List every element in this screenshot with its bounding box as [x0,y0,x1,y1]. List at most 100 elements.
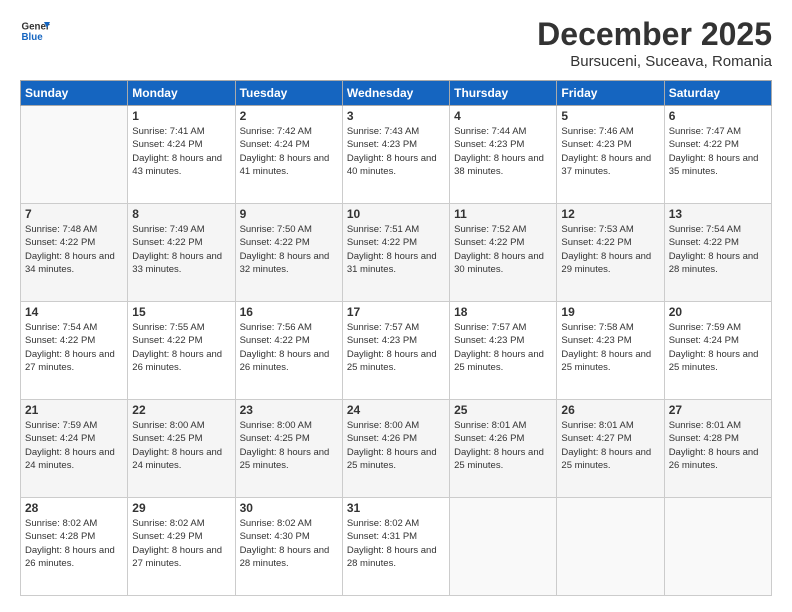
day-info: Sunrise: 7:54 AMSunset: 4:22 PMDaylight:… [669,223,767,276]
day-info: Sunrise: 8:00 AMSunset: 4:25 PMDaylight:… [132,419,230,472]
calendar-week-row: 1 Sunrise: 7:41 AMSunset: 4:24 PMDaylight… [21,106,772,204]
day-info: Sunrise: 7:57 AMSunset: 4:23 PMDaylight:… [454,321,552,374]
calendar-cell: 18 Sunrise: 7:57 AMSunset: 4:23 PMDayligh… [450,302,557,400]
day-number: 28 [25,501,123,515]
day-info: Sunrise: 7:44 AMSunset: 4:23 PMDaylight:… [454,125,552,178]
day-info: Sunrise: 7:51 AMSunset: 4:22 PMDaylight:… [347,223,445,276]
day-number: 18 [454,305,552,319]
day-number: 24 [347,403,445,417]
day-number: 30 [240,501,338,515]
month-title: December 2025 [537,16,772,53]
day-info: Sunrise: 7:58 AMSunset: 4:23 PMDaylight:… [561,321,659,374]
calendar-cell: 22 Sunrise: 8:00 AMSunset: 4:25 PMDayligh… [128,400,235,498]
calendar-cell: 5 Sunrise: 7:46 AMSunset: 4:23 PMDaylight… [557,106,664,204]
day-info: Sunrise: 7:41 AMSunset: 4:24 PMDaylight:… [132,125,230,178]
day-number: 27 [669,403,767,417]
day-number: 9 [240,207,338,221]
day-header-monday: Monday [128,81,235,106]
calendar-cell: 24 Sunrise: 8:00 AMSunset: 4:26 PMDayligh… [342,400,449,498]
calendar-cell [21,106,128,204]
logo-icon: General Blue [20,16,50,46]
day-info: Sunrise: 7:42 AMSunset: 4:24 PMDaylight:… [240,125,338,178]
location-title: Bursuceni, Suceava, Romania [537,53,772,70]
calendar-cell [450,498,557,596]
day-number: 16 [240,305,338,319]
calendar-cell: 16 Sunrise: 7:56 AMSunset: 4:22 PMDayligh… [235,302,342,400]
day-info: Sunrise: 7:53 AMSunset: 4:22 PMDaylight:… [561,223,659,276]
day-header-friday: Friday [557,81,664,106]
day-info: Sunrise: 7:57 AMSunset: 4:23 PMDaylight:… [347,321,445,374]
day-info: Sunrise: 7:48 AMSunset: 4:22 PMDaylight:… [25,223,123,276]
calendar-cell: 17 Sunrise: 7:57 AMSunset: 4:23 PMDayligh… [342,302,449,400]
day-number: 17 [347,305,445,319]
calendar-cell: 27 Sunrise: 8:01 AMSunset: 4:28 PMDayligh… [664,400,771,498]
day-info: Sunrise: 7:55 AMSunset: 4:22 PMDaylight:… [132,321,230,374]
day-number: 11 [454,207,552,221]
day-number: 25 [454,403,552,417]
day-number: 10 [347,207,445,221]
logo: General Blue [20,16,50,46]
day-number: 26 [561,403,659,417]
day-info: Sunrise: 8:01 AMSunset: 4:26 PMDaylight:… [454,419,552,472]
day-info: Sunrise: 8:00 AMSunset: 4:26 PMDaylight:… [347,419,445,472]
day-number: 1 [132,109,230,123]
calendar-week-row: 14 Sunrise: 7:54 AMSunset: 4:22 PMDayligh… [21,302,772,400]
day-info: Sunrise: 8:01 AMSunset: 4:28 PMDaylight:… [669,419,767,472]
day-info: Sunrise: 8:01 AMSunset: 4:27 PMDaylight:… [561,419,659,472]
calendar-cell: 15 Sunrise: 7:55 AMSunset: 4:22 PMDayligh… [128,302,235,400]
title-section: December 2025 Bursuceni, Suceava, Romani… [537,16,772,70]
day-number: 8 [132,207,230,221]
calendar-cell: 20 Sunrise: 7:59 AMSunset: 4:24 PMDayligh… [664,302,771,400]
calendar-cell: 28Sunrise: 8:02 AMSunset: 4:28 PMDayligh… [21,498,128,596]
day-number: 3 [347,109,445,123]
calendar-cell: 19Sunrise: 7:58 AMSunset: 4:23 PMDayligh… [557,302,664,400]
calendar-cell: 1 Sunrise: 7:41 AMSunset: 4:24 PMDaylight… [128,106,235,204]
calendar-cell: 14 Sunrise: 7:54 AMSunset: 4:22 PMDayligh… [21,302,128,400]
calendar-cell [557,498,664,596]
calendar-cell: 30 Sunrise: 8:02 AMSunset: 4:30 PMDayligh… [235,498,342,596]
calendar-cell: 2 Sunrise: 7:42 AMSunset: 4:24 PMDaylight… [235,106,342,204]
day-info: Sunrise: 7:54 AMSunset: 4:22 PMDaylight:… [25,321,123,374]
calendar-week-row: 21Sunrise: 7:59 AMSunset: 4:24 PMDayligh… [21,400,772,498]
day-number: 22 [132,403,230,417]
calendar-cell: 4 Sunrise: 7:44 AMSunset: 4:23 PMDaylight… [450,106,557,204]
day-info: Sunrise: 8:02 AMSunset: 4:30 PMDaylight:… [240,517,338,570]
svg-text:Blue: Blue [22,32,44,43]
day-info: Sunrise: 7:56 AMSunset: 4:22 PMDaylight:… [240,321,338,374]
day-info: Sunrise: 7:59 AMSunset: 4:24 PMDaylight:… [669,321,767,374]
calendar-header-row: SundayMondayTuesdayWednesdayThursdayFrid… [21,81,772,106]
day-number: 21 [25,403,123,417]
day-number: 12 [561,207,659,221]
calendar-cell: 25 Sunrise: 8:01 AMSunset: 4:26 PMDayligh… [450,400,557,498]
day-header-tuesday: Tuesday [235,81,342,106]
day-info: Sunrise: 7:43 AMSunset: 4:23 PMDaylight:… [347,125,445,178]
day-number: 2 [240,109,338,123]
day-info: Sunrise: 7:49 AMSunset: 4:22 PMDaylight:… [132,223,230,276]
calendar-cell: 7 Sunrise: 7:48 AMSunset: 4:22 PMDaylight… [21,204,128,302]
day-header-thursday: Thursday [450,81,557,106]
day-info: Sunrise: 7:46 AMSunset: 4:23 PMDaylight:… [561,125,659,178]
calendar-cell: 26 Sunrise: 8:01 AMSunset: 4:27 PMDayligh… [557,400,664,498]
day-info: Sunrise: 7:47 AMSunset: 4:22 PMDaylight:… [669,125,767,178]
day-info: Sunrise: 8:02 AMSunset: 4:29 PMDaylight:… [132,517,230,570]
calendar-cell: 11Sunrise: 7:52 AMSunset: 4:22 PMDayligh… [450,204,557,302]
day-number: 14 [25,305,123,319]
calendar-cell: 12 Sunrise: 7:53 AMSunset: 4:22 PMDayligh… [557,204,664,302]
header: General Blue December 2025 Bursuceni, Su… [20,16,772,70]
calendar-week-row: 7 Sunrise: 7:48 AMSunset: 4:22 PMDaylight… [21,204,772,302]
day-number: 20 [669,305,767,319]
day-header-saturday: Saturday [664,81,771,106]
calendar-page: General Blue December 2025 Bursuceni, Su… [0,0,792,612]
day-number: 7 [25,207,123,221]
day-number: 15 [132,305,230,319]
day-number: 5 [561,109,659,123]
calendar-cell: 3 Sunrise: 7:43 AMSunset: 4:23 PMDaylight… [342,106,449,204]
calendar-cell: 21Sunrise: 7:59 AMSunset: 4:24 PMDayligh… [21,400,128,498]
day-header-sunday: Sunday [21,81,128,106]
day-info: Sunrise: 8:00 AMSunset: 4:25 PMDaylight:… [240,419,338,472]
day-header-wednesday: Wednesday [342,81,449,106]
day-number: 4 [454,109,552,123]
day-number: 13 [669,207,767,221]
calendar-cell: 8 Sunrise: 7:49 AMSunset: 4:22 PMDaylight… [128,204,235,302]
day-number: 6 [669,109,767,123]
